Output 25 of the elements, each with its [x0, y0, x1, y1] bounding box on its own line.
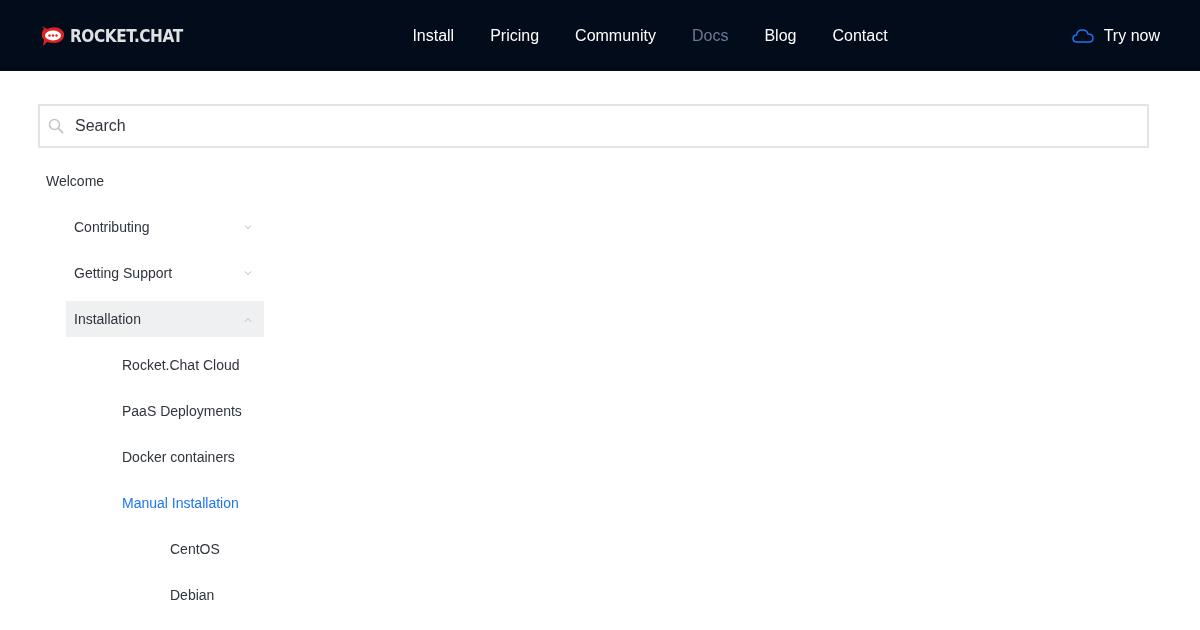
- chevron-down-icon: [244, 224, 252, 230]
- chevron-down-icon: [244, 270, 252, 276]
- sidebar-item[interactable]: Getting Support: [66, 255, 264, 291]
- nav-link[interactable]: Install: [412, 23, 455, 48]
- chat-bubble-icon: [40, 24, 66, 47]
- sidebar-item[interactable]: Debian: [162, 577, 227, 613]
- nav-link[interactable]: Pricing: [490, 23, 540, 48]
- logo[interactable]: ROCKET.CHAT: [40, 22, 240, 49]
- search-field[interactable]: Search: [38, 104, 1149, 148]
- sidebar-item[interactable]: Manual Installation: [114, 485, 251, 521]
- nav-link[interactable]: Community: [575, 23, 656, 48]
- chevron-up-icon: [244, 316, 252, 322]
- nav-link[interactable]: Blog: [764, 23, 797, 48]
- search-icon: [48, 118, 64, 134]
- sidebar-item[interactable]: PaaS Deployments: [114, 393, 254, 429]
- cloud-icon: [1071, 28, 1094, 43]
- sidebar-item[interactable]: Welcome: [38, 163, 117, 199]
- nav-link[interactable]: Contact: [832, 23, 888, 48]
- nav-link[interactable]: Docs: [692, 23, 729, 48]
- sidebar-item[interactable]: CentOS: [162, 531, 232, 567]
- sidebar-item[interactable]: Docker containers: [114, 439, 247, 475]
- try-now-link[interactable]: Try now: [960, 23, 1160, 48]
- sidebar-item[interactable]: Contributing: [66, 209, 264, 245]
- sidebar-item[interactable]: Rocket.Chat Cloud: [114, 347, 252, 383]
- sidebar-item[interactable]: Installation: [66, 301, 264, 337]
